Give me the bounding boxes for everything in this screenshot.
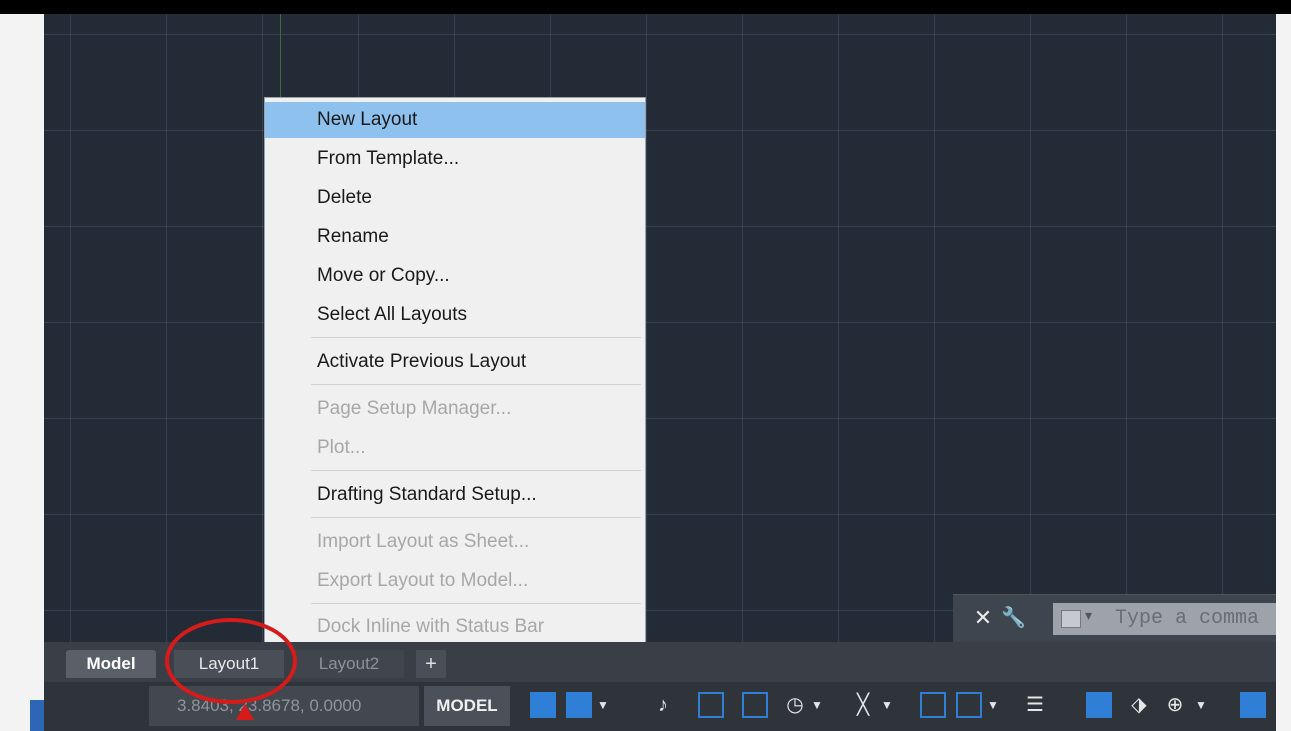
grid-icon[interactable] (530, 692, 556, 718)
menu-item-dock-inline: Dock Inline with Status Bar (317, 616, 545, 637)
menu-item-drafting-standard-setup[interactable]: Drafting Standard Setup... (265, 477, 645, 513)
chevron-down-icon[interactable]: ▾ (1085, 607, 1092, 624)
menu-item-from-template[interactable]: From Template... (265, 141, 645, 177)
add-layout-button[interactable]: + (416, 650, 446, 678)
menu-item-plot: Plot... (317, 437, 366, 458)
annotation-circle (165, 618, 297, 704)
menu-item-rename[interactable]: Rename (265, 219, 645, 255)
command-input[interactable]: ▾ Type a comma (1053, 603, 1276, 635)
infer-constraints-icon[interactable]: ♪ (650, 692, 676, 718)
tab-model[interactable]: Model (66, 650, 156, 678)
left-blue-marker (30, 700, 44, 731)
3d-osnap-icon[interactable]: ⊕ (1162, 692, 1188, 718)
chevron-down-icon[interactable]: ▼ (986, 692, 1000, 718)
command-placeholder: Type a comma (1115, 607, 1260, 630)
lineweight-icon[interactable]: ☰ (1022, 692, 1048, 718)
object-snap-tracking-icon[interactable] (920, 692, 946, 718)
ortho-icon[interactable] (742, 692, 768, 718)
menu-separator (311, 603, 641, 604)
snap-icon[interactable] (566, 692, 592, 718)
layout-context-menu: New Layout From Template... Delete Renam… (264, 97, 646, 647)
menu-item-select-all-layouts[interactable]: Select All Layouts (265, 297, 645, 333)
annotation-pointer (236, 704, 254, 720)
menu-item-export-layout-to-model: Export Layout to Model... (317, 570, 529, 591)
dynamic-input-icon[interactable] (698, 692, 724, 718)
menu-separator (311, 517, 641, 518)
top-black-bar (0, 0, 1291, 14)
object-snap-icon[interactable] (956, 692, 982, 718)
polar-tracking-icon[interactable]: ◷ (782, 692, 808, 718)
menu-item-import-layout-as-sheet: Import Layout as Sheet... (317, 531, 530, 552)
y-axis-line (280, 14, 281, 104)
chevron-down-icon[interactable]: ▼ (1194, 692, 1208, 718)
menu-separator (311, 470, 641, 471)
chevron-down-icon[interactable]: ▼ (596, 692, 610, 718)
command-line: ✕ 🔧 ▾ Type a comma (953, 594, 1276, 643)
menu-separator (311, 384, 641, 385)
menu-item-move-or-copy[interactable]: Move or Copy... (265, 258, 645, 294)
model-space-button[interactable]: MODEL (424, 686, 510, 726)
tab-layout2[interactable]: Layout2 (294, 650, 404, 678)
menu-item-new-layout[interactable]: New Layout (265, 102, 645, 138)
wrench-icon[interactable]: 🔧 (1001, 605, 1026, 631)
selection-cycling-icon[interactable]: ⬗ (1126, 692, 1152, 718)
menu-item-activate-previous-layout[interactable]: Activate Previous Layout (265, 344, 645, 380)
command-prompt-icon[interactable] (1061, 610, 1081, 628)
isodraft-icon[interactable]: ╳ (850, 692, 876, 718)
chevron-down-icon[interactable]: ▼ (810, 692, 824, 718)
transparency-icon[interactable] (1086, 692, 1112, 718)
menu-item-delete[interactable]: Delete (265, 180, 645, 216)
close-icon[interactable]: ✕ (971, 605, 995, 631)
left-margin (0, 14, 44, 731)
menu-item-page-setup-manager: Page Setup Manager... (317, 398, 512, 419)
chevron-down-icon[interactable]: ▼ (880, 692, 894, 718)
drawing-canvas[interactable] (44, 14, 1276, 642)
menu-separator (311, 337, 641, 338)
right-margin (1276, 14, 1291, 731)
dynamic-ucs-icon[interactable] (1240, 692, 1266, 718)
